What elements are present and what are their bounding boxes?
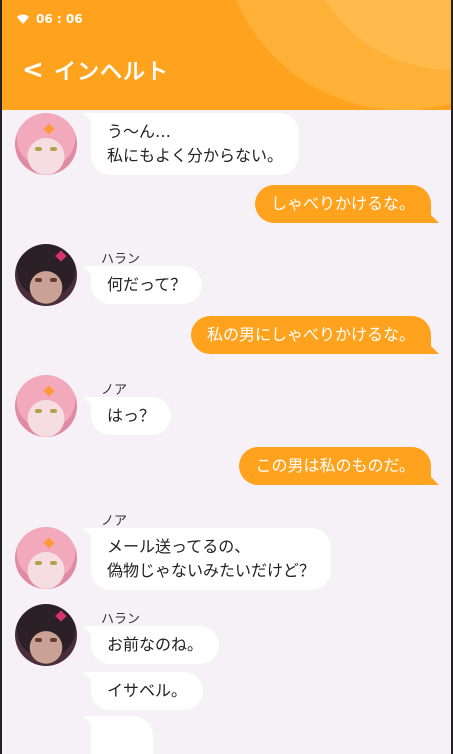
message-bubble: お前なのね。 [82,626,220,664]
message-bubble-self: この男は私のものだ。 [239,447,439,485]
avatar-noa[interactable] [15,527,77,589]
chevron-left-icon[interactable]: < [22,57,48,83]
status-bar: 06 : 06 [16,10,83,28]
avatar-noa[interactable] [15,375,77,437]
status-time: 06 : 06 [36,12,83,26]
chat-title: インヘルト [54,60,170,85]
typing-bubble: … [83,716,153,754]
header: 06 : 06 < インヘルト [2,0,451,110]
avatar-noa[interactable] [15,113,77,175]
message-bubble: メール送ってるの、 偽物じゃないみたいだけど？ [82,528,332,590]
message-bubble-self: 私の男にしゃべりかけるな。 [190,316,440,354]
message-bubble: 何だって？ [82,266,203,304]
message-bubble: イサベル。 [82,672,204,710]
avatar-haran[interactable] [15,244,77,306]
typing-text: … [107,749,123,754]
speaker-name: ノア [101,383,128,398]
chat-screen: 06 : 06 < インヘルト う～ん… 私にもよく分からない。 しゃべりかける… [2,0,451,754]
message-bubble-self: しゃべりかけるな。 [254,185,440,223]
speaker-name: ノア [101,514,128,529]
wifi-icon [17,14,29,24]
speaker-name: ハラン [101,252,141,267]
message-bubble: う～ん… 私にもよく分からない。 [82,113,300,175]
title-bar: < インヘルト [22,54,169,86]
message-bubble: はっ？ [82,397,172,435]
speaker-name: ハラン [101,612,141,627]
avatar-haran[interactable] [15,604,77,666]
